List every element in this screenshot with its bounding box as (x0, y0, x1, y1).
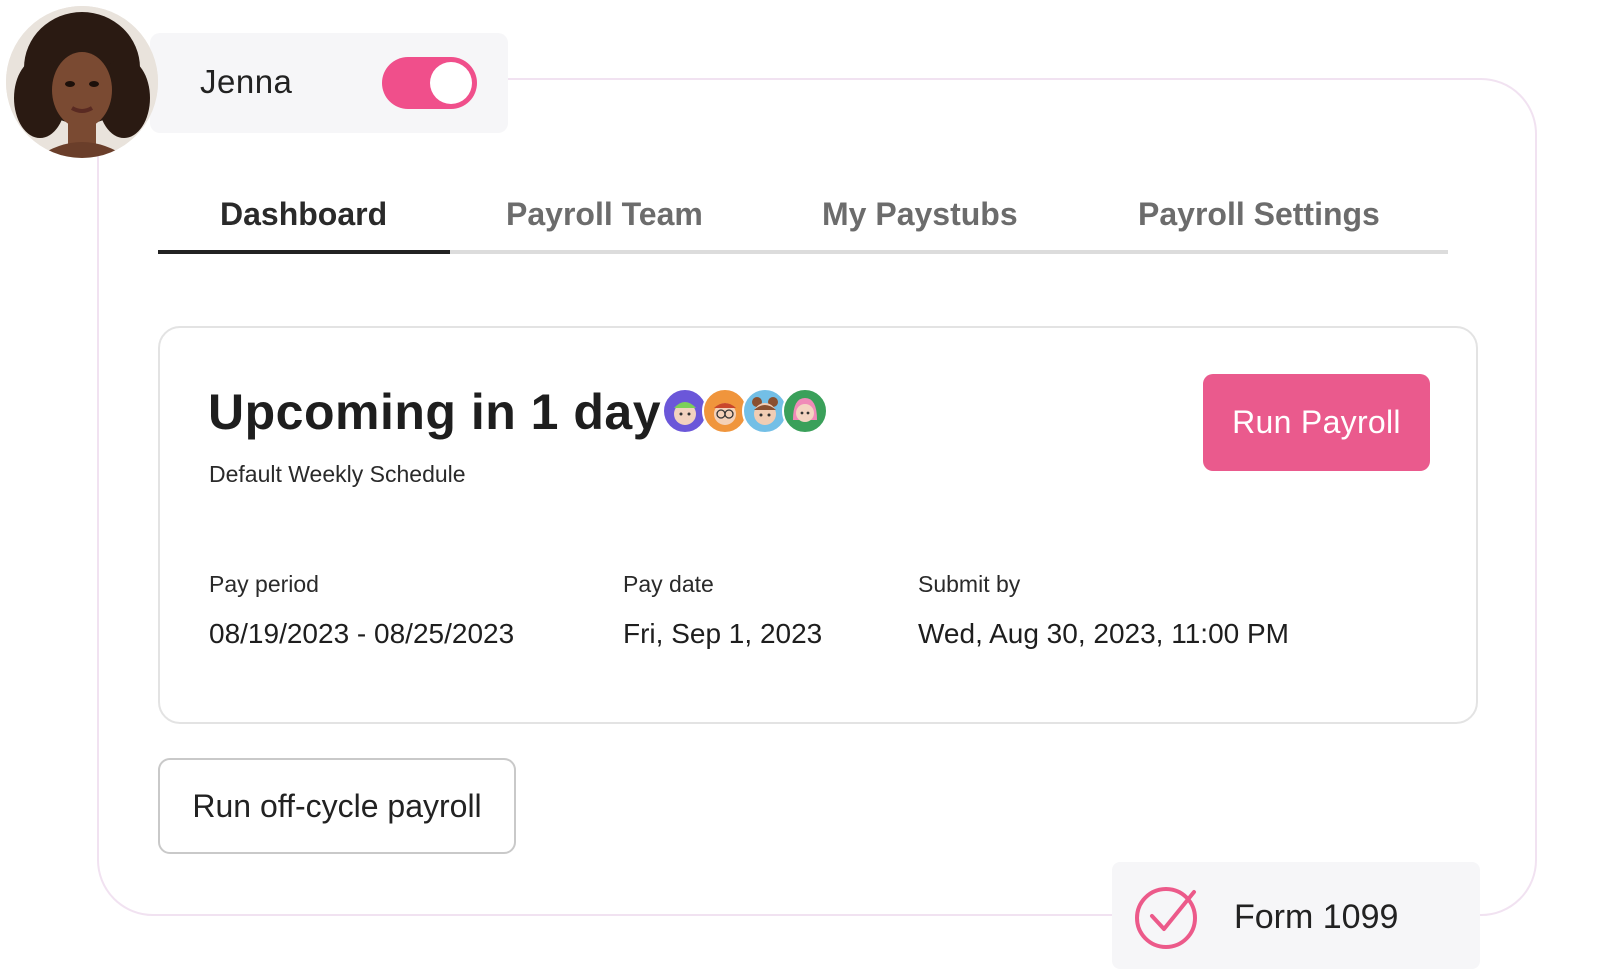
card-title: Upcoming in 1 day (208, 384, 662, 440)
user-name: Jenna (200, 63, 293, 100)
pay-date-label: Pay date (623, 571, 714, 597)
user-toggle[interactable] (382, 57, 477, 109)
run-offcycle-payroll-button[interactable]: Run off-cycle payroll (158, 758, 516, 854)
pay-date-value: Fri, Sep 1, 2023 (623, 618, 823, 649)
upcoming-payroll-card: Upcoming in 1 day Default Weekly Schedul… (158, 326, 1478, 724)
form-1099-label: Form 1099 (1234, 898, 1399, 936)
user-avatar (6, 6, 158, 158)
tab-my-paystubs[interactable]: My Paystubs (822, 196, 1018, 233)
check-circle-icon (1135, 887, 1197, 949)
active-tab-underline (158, 250, 450, 254)
tab-payroll-team[interactable]: Payroll Team (506, 196, 703, 233)
pay-period-value: 08/19/2023 - 08/25/2023 (209, 618, 515, 649)
tab-dashboard[interactable]: Dashboard (220, 196, 387, 233)
toggle-knob (430, 62, 472, 104)
pay-period-label: Pay period (209, 571, 319, 597)
submit-by-label: Submit by (918, 571, 1021, 597)
schedule-name: Default Weekly Schedule (209, 461, 466, 487)
submit-by-value: Wed, Aug 30, 2023, 11:00 PM (918, 618, 1289, 649)
memoji-avatar-4 (782, 388, 828, 434)
nav-tabs: Dashboard Payroll Team My Paystubs Payro… (158, 178, 1448, 254)
user-chip: Jenna (150, 33, 508, 133)
tab-payroll-settings[interactable]: Payroll Settings (1138, 196, 1380, 233)
run-payroll-button[interactable]: Run Payroll (1203, 374, 1430, 471)
form-1099-badge: Form 1099 (1112, 862, 1480, 969)
